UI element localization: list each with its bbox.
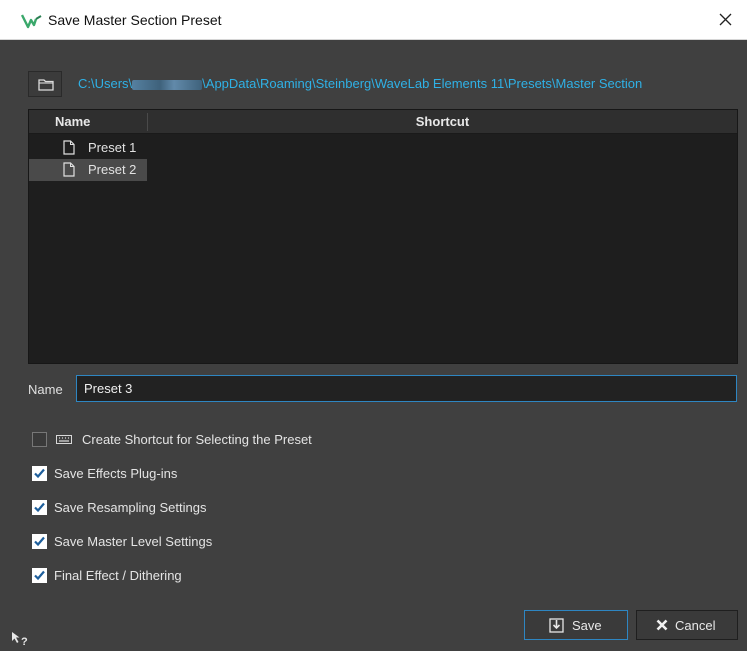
save-icon bbox=[549, 618, 564, 633]
save-button-label: Save bbox=[572, 618, 602, 633]
cancel-x-icon bbox=[656, 619, 668, 631]
preset-name: Preset 1 bbox=[88, 140, 137, 155]
checkmark-icon bbox=[34, 468, 45, 479]
app-icon bbox=[21, 14, 42, 29]
preset-name-input[interactable] bbox=[76, 375, 737, 402]
option-label: Final Effect / Dithering bbox=[54, 568, 182, 583]
column-header-name[interactable]: Name bbox=[29, 110, 147, 133]
checkbox-checked[interactable] bbox=[32, 534, 47, 549]
name-label: Name bbox=[28, 382, 63, 397]
preset-folder-path[interactable]: C:\Users\ \AppData\Roaming\Steinberg\Wave… bbox=[78, 76, 642, 91]
checkbox-checked[interactable] bbox=[32, 568, 47, 583]
table-row-selected[interactable]: Preset 2 bbox=[29, 159, 147, 181]
document-icon bbox=[63, 162, 75, 177]
checkmark-icon bbox=[34, 502, 45, 513]
column-header-shortcut[interactable]: Shortcut bbox=[148, 110, 737, 133]
checkbox-unchecked[interactable] bbox=[32, 432, 47, 447]
cancel-button[interactable]: Cancel bbox=[636, 610, 738, 640]
option-label: Create Shortcut for Selecting the Preset bbox=[82, 432, 312, 447]
keyboard-icon bbox=[56, 435, 72, 444]
checkmark-icon bbox=[34, 570, 45, 581]
preset-name: Preset 2 bbox=[88, 162, 137, 177]
checkmark-icon bbox=[34, 536, 45, 547]
close-icon bbox=[719, 13, 732, 26]
path-suffix: \AppData\Roaming\Steinberg\WaveLab Eleme… bbox=[202, 76, 643, 91]
option-label: Save Effects Plug-ins bbox=[54, 466, 178, 481]
browse-folder-button[interactable] bbox=[28, 71, 62, 97]
table-header: Name Shortcut bbox=[29, 110, 737, 134]
svg-text:?: ? bbox=[21, 636, 28, 646]
window-title: Save Master Section Preset bbox=[48, 12, 222, 28]
cancel-button-label: Cancel bbox=[675, 618, 716, 633]
path-prefix: C:\Users\ bbox=[78, 76, 133, 91]
option-label: Save Master Level Settings bbox=[54, 534, 213, 549]
folder-icon bbox=[38, 79, 54, 91]
checkbox-checked[interactable] bbox=[32, 466, 47, 481]
checkbox-checked[interactable] bbox=[32, 500, 47, 515]
option-label: Save Resampling Settings bbox=[54, 500, 207, 515]
preset-table: Name Shortcut Preset 1 Preset 2 bbox=[28, 109, 738, 364]
title-bar: Save Master Section Preset bbox=[0, 0, 747, 40]
close-button[interactable] bbox=[705, 0, 747, 40]
save-button[interactable]: Save bbox=[524, 610, 628, 640]
table-row[interactable]: Preset 1 bbox=[29, 137, 147, 159]
context-help-icon[interactable]: ? bbox=[10, 630, 30, 646]
document-icon bbox=[63, 140, 75, 155]
redacted-username bbox=[132, 79, 203, 90]
